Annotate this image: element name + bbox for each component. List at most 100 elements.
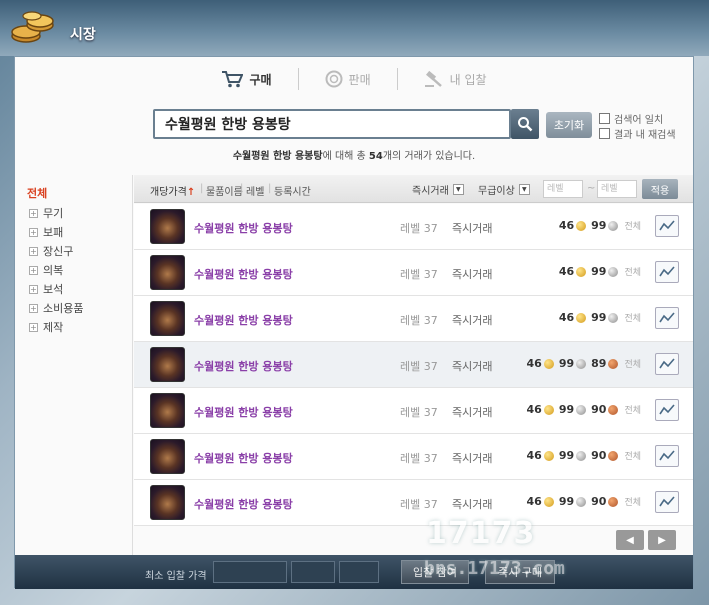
pagination: ◀ ▶ — [616, 530, 699, 559]
copper-coin-icon — [608, 404, 619, 415]
line-chart-icon — [659, 312, 675, 323]
chevron-left-icon: ◀ — [626, 534, 634, 546]
item-name[interactable]: 수월평원 한방 용봉탕 — [194, 358, 293, 374]
item-level: 레벨 37 — [400, 268, 438, 281]
potion-bowl-icon — [150, 485, 185, 520]
potion-bowl-icon — [150, 439, 185, 474]
price-gold: 46 — [558, 311, 575, 324]
tab-sell[interactable]: 판매 — [299, 67, 397, 91]
price-graph-button[interactable] — [655, 399, 679, 421]
price-graph-button[interactable] — [655, 353, 679, 375]
price-silver: 99 — [558, 403, 575, 416]
reset-button[interactable]: 초기화 — [546, 112, 592, 138]
table-row[interactable]: 수월평원 한방 용봉탕 레벨 37 즉시거래 46 99 전체 — [134, 204, 693, 250]
apply-button[interactable]: 적용 — [642, 179, 678, 199]
table-row[interactable]: 수월평원 한방 용봉탕 레벨 37 즉시거래 46 99 90 전체 — [134, 480, 693, 526]
item-name[interactable]: 수월평원 한방 용봉탕 — [194, 266, 293, 282]
trade-mode: 즉시거래 — [452, 360, 493, 373]
instant-buy-button[interactable]: 즉시 구매 — [485, 560, 555, 584]
item-name[interactable]: 수월평원 한방 용봉탕 — [194, 312, 293, 328]
table-row[interactable]: 수월평원 한방 용봉탕 레벨 37 즉시거래 46 99 90 전체 — [134, 388, 693, 434]
gold-coin-icon — [543, 450, 554, 461]
sidebar-item-weapon[interactable]: + 무기 — [29, 205, 63, 221]
table-row[interactable]: 수월평원 한방 용봉탕 레벨 37 즉시거래 46 99 전체 — [134, 296, 693, 342]
price-unit: 전체 — [624, 452, 641, 462]
bid-silver-input[interactable] — [291, 561, 335, 583]
sidebar-item-accessory[interactable]: + 장신구 — [29, 243, 73, 259]
tab-buy[interactable]: 구매 — [195, 67, 297, 91]
sidebar-item-crafting[interactable]: + 제작 — [29, 319, 63, 335]
price-unit: 전체 — [624, 314, 641, 324]
search-within-checkbox[interactable] — [599, 128, 610, 139]
bid-copper-input[interactable] — [339, 561, 379, 583]
price-unit: 전체 — [624, 222, 641, 232]
expand-icon: + — [29, 303, 38, 313]
level-min-input[interactable]: 레벨 — [543, 180, 583, 198]
sort-divider: | — [200, 183, 204, 194]
table-row[interactable]: 수월평원 한방 용봉탕 레벨 37 즉시거래 46 99 89 전체 — [134, 342, 693, 388]
table-row[interactable]: 수월평원 한방 용봉탕 레벨 37 즉시거래 46 99 전체 — [134, 250, 693, 296]
tab-my-bids[interactable]: 내 입찰 — [398, 67, 513, 91]
price-graph-button[interactable] — [655, 307, 679, 329]
item-name[interactable]: 수월평원 한방 용봉탕 — [194, 404, 293, 420]
item-price: 46 99 90 전체 — [527, 449, 642, 462]
sort-by-level[interactable]: 레벨 — [246, 183, 264, 198]
gold-coin-icon — [576, 266, 587, 277]
item-price: 46 99 90 전체 — [527, 495, 642, 508]
search-button[interactable] — [511, 109, 539, 139]
bid-button[interactable]: 입찰 참여 — [401, 560, 469, 584]
sort-by-name[interactable]: 물품이름 — [206, 183, 243, 198]
exact-match-option[interactable]: 검색어 일치 — [599, 111, 663, 126]
item-level: 레벨 37 — [400, 360, 438, 373]
exact-match-checkbox[interactable] — [599, 113, 610, 124]
sort-by-price[interactable]: 개당가격↑ — [150, 183, 195, 198]
sidebar-item-gem[interactable]: + 보석 — [29, 281, 63, 297]
level-max-input[interactable]: 레벨 — [597, 180, 637, 198]
sidebar-item-soul-shield[interactable]: + 보패 — [29, 224, 63, 240]
chevron-down-icon: ▼ — [518, 184, 530, 195]
item-name[interactable]: 수월평원 한방 용봉탕 — [194, 496, 293, 512]
sort-by-time[interactable]: 등록시간 — [274, 183, 311, 198]
gold-coin-icon — [576, 312, 587, 323]
search-within-label: 결과 내 재검색 — [614, 130, 676, 141]
item-name[interactable]: 수월평원 한방 용봉탕 — [194, 450, 293, 466]
prev-page-button[interactable]: ◀ — [616, 530, 644, 550]
cart-icon — [222, 71, 244, 88]
potion-bowl-icon — [150, 255, 185, 290]
silver-coin-icon — [576, 450, 587, 461]
chevron-down-icon: ▼ — [452, 184, 464, 195]
item-level: 레벨 37 — [400, 452, 438, 465]
bid-gold-input[interactable] — [213, 561, 287, 583]
item-name[interactable]: 수월평원 한방 용봉탕 — [194, 220, 293, 236]
price-graph-button[interactable] — [655, 215, 679, 237]
sidebar-item-clothing[interactable]: + 의복 — [29, 262, 63, 278]
result-summary: 수월평원 한방 용봉탕에 대해 총 54개의 거래가 있습니다. — [15, 147, 693, 162]
search-within-option[interactable]: 결과 내 재검색 — [599, 126, 676, 141]
trade-mode-dropdown[interactable]: 즉시거래 ▼ — [412, 182, 464, 197]
chevron-right-icon: ▶ — [658, 534, 666, 546]
grade-dropdown[interactable]: 무급이상 ▼ — [478, 182, 530, 197]
price-graph-button[interactable] — [655, 491, 679, 513]
filter-bar: 개당가격↑ | 물품이름 | 레벨 | 등록시간 즉시거래 ▼ 무급이상 ▼ 레… — [134, 175, 693, 203]
search-input[interactable]: 수월평원 한방 용봉탕 — [153, 109, 511, 139]
gold-coin-icon — [543, 404, 554, 415]
item-price: 46 99 전체 — [559, 311, 641, 324]
price-unit: 전체 — [624, 498, 641, 508]
potion-bowl-icon — [150, 301, 185, 336]
sidebar-item-label: 보패 — [43, 226, 64, 239]
next-page-button[interactable]: ▶ — [648, 530, 676, 550]
trade-mode: 즉시거래 — [452, 406, 493, 419]
result-count: 54 — [368, 151, 383, 162]
trade-mode-value: 즉시거래 — [412, 186, 449, 197]
price-graph-button[interactable] — [655, 445, 679, 467]
sidebar-item-label: 소비용품 — [43, 302, 84, 315]
tab-my-bids-label: 내 입찰 — [449, 72, 487, 87]
table-row[interactable]: 수월평원 한방 용봉탕 레벨 37 즉시거래 46 99 90 전체 — [134, 434, 693, 480]
sidebar-item-all[interactable]: 전체 — [27, 185, 47, 201]
window-title: 시장 — [70, 27, 96, 43]
sidebar-item-consumable[interactable]: + 소비용품 — [29, 300, 83, 316]
price-graph-button[interactable] — [655, 261, 679, 283]
sidebar-item-label: 보석 — [43, 283, 64, 296]
trade-mode: 즉시거래 — [452, 268, 493, 281]
item-level: 레벨 37 — [400, 222, 438, 235]
